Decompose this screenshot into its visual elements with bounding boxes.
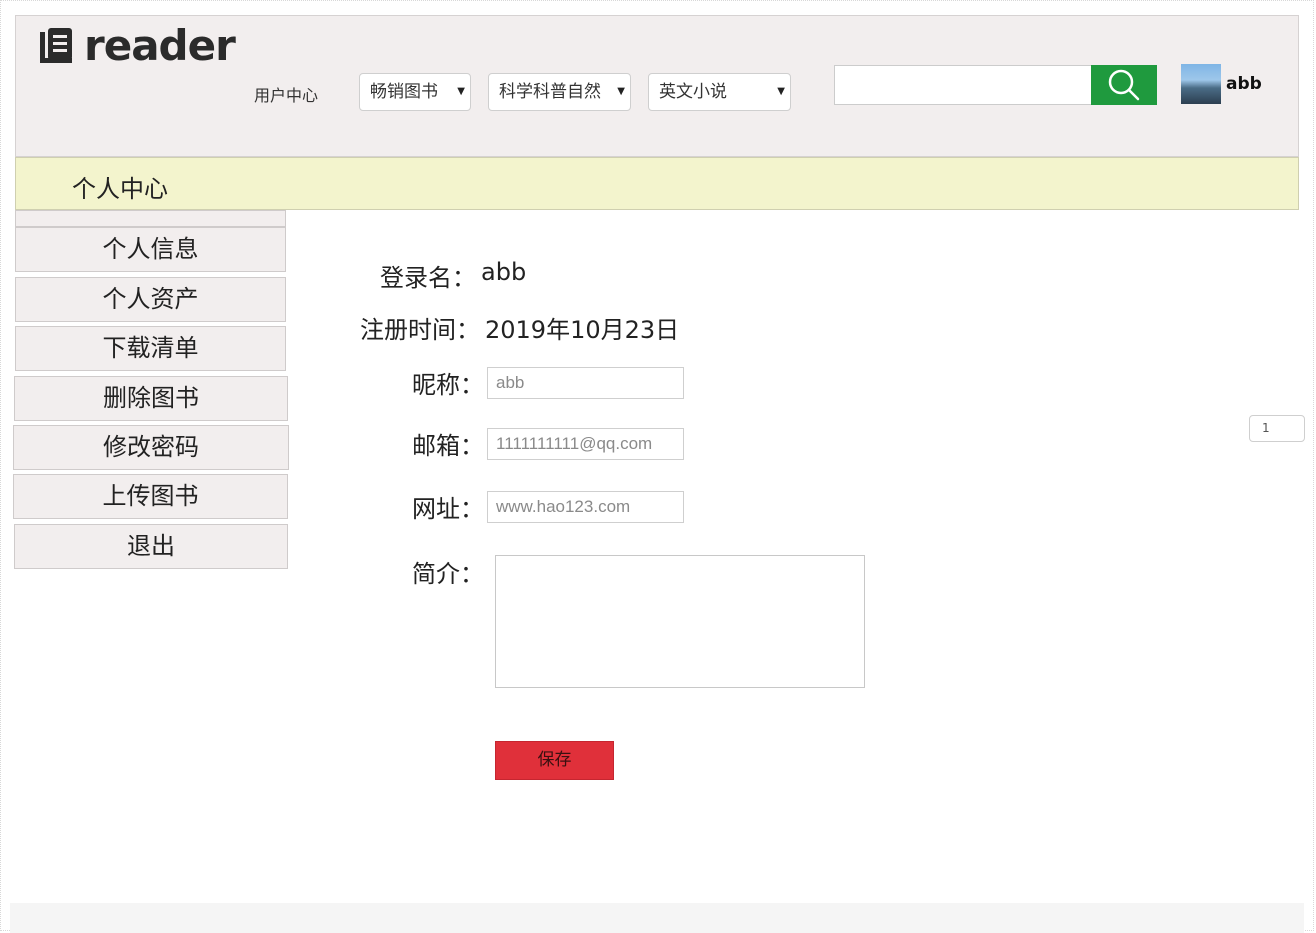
login-name-label: 登录名：	[380, 264, 476, 292]
sidebar-item-downloads[interactable]: 下载清单	[15, 326, 286, 371]
sidebar-item-profile[interactable]: 个人信息	[15, 227, 286, 272]
sidebar-item-logout[interactable]: 退出	[14, 524, 288, 569]
logo-text: reader	[84, 21, 236, 70]
avatar[interactable]	[1181, 64, 1221, 104]
username[interactable]: abb	[1226, 74, 1262, 94]
sidebar-item-assets[interactable]: 个人资产	[15, 277, 286, 322]
nickname-label: 昵称：	[412, 371, 484, 399]
dropdown-bestsellers[interactable]: 畅销图书 ▼	[359, 73, 471, 111]
top-header: reader 用户中心 畅销图书 ▼ 科学科普自然 ▼ 英文小说 ▼ abb	[15, 15, 1299, 157]
email-field[interactable]: 1111111111@qq.com	[487, 428, 684, 460]
search-icon	[1108, 69, 1140, 101]
section-bar: 个人中心	[15, 157, 1299, 210]
footer	[10, 903, 1304, 933]
caret-down-icon: ▼	[457, 86, 465, 97]
dropdown-label: 科学科普自然	[499, 82, 601, 102]
logo[interactable]: reader	[38, 21, 236, 70]
nickname-field[interactable]: abb	[487, 367, 684, 399]
sidebar-item-change-password[interactable]: 修改密码	[13, 425, 289, 470]
intro-textarea[interactable]	[495, 555, 865, 688]
register-time-label: 注册时间：	[360, 316, 480, 344]
page-number-input[interactable]: 1	[1249, 415, 1305, 442]
website-field[interactable]: www.hao123.com	[487, 491, 684, 523]
dropdown-english-novels[interactable]: 英文小说 ▼	[648, 73, 791, 111]
register-time-value: 2019年10月23日	[485, 316, 680, 344]
section-title: 个人中心	[72, 175, 168, 203]
book-icon	[40, 27, 72, 63]
nav-user-center[interactable]: 用户中心	[254, 82, 318, 106]
search-input[interactable]	[834, 65, 1092, 105]
caret-down-icon: ▼	[777, 86, 785, 97]
intro-label: 简介：	[412, 560, 484, 588]
sidebar-item-delete-books[interactable]: 删除图书	[14, 376, 288, 421]
caret-down-icon: ▼	[617, 86, 625, 97]
login-name-value: abb	[481, 258, 527, 286]
search-button[interactable]	[1091, 65, 1157, 105]
dropdown-label: 英文小说	[659, 82, 727, 102]
dropdown-label: 畅销图书	[370, 82, 438, 102]
website-label: 网址：	[412, 495, 484, 523]
save-button[interactable]: 保存	[495, 741, 614, 780]
dropdown-science[interactable]: 科学科普自然 ▼	[488, 73, 631, 111]
email-label: 邮箱：	[412, 432, 484, 460]
sidebar-item-upload-book[interactable]: 上传图书	[13, 474, 288, 519]
sidebar-top-spacer	[15, 210, 286, 227]
